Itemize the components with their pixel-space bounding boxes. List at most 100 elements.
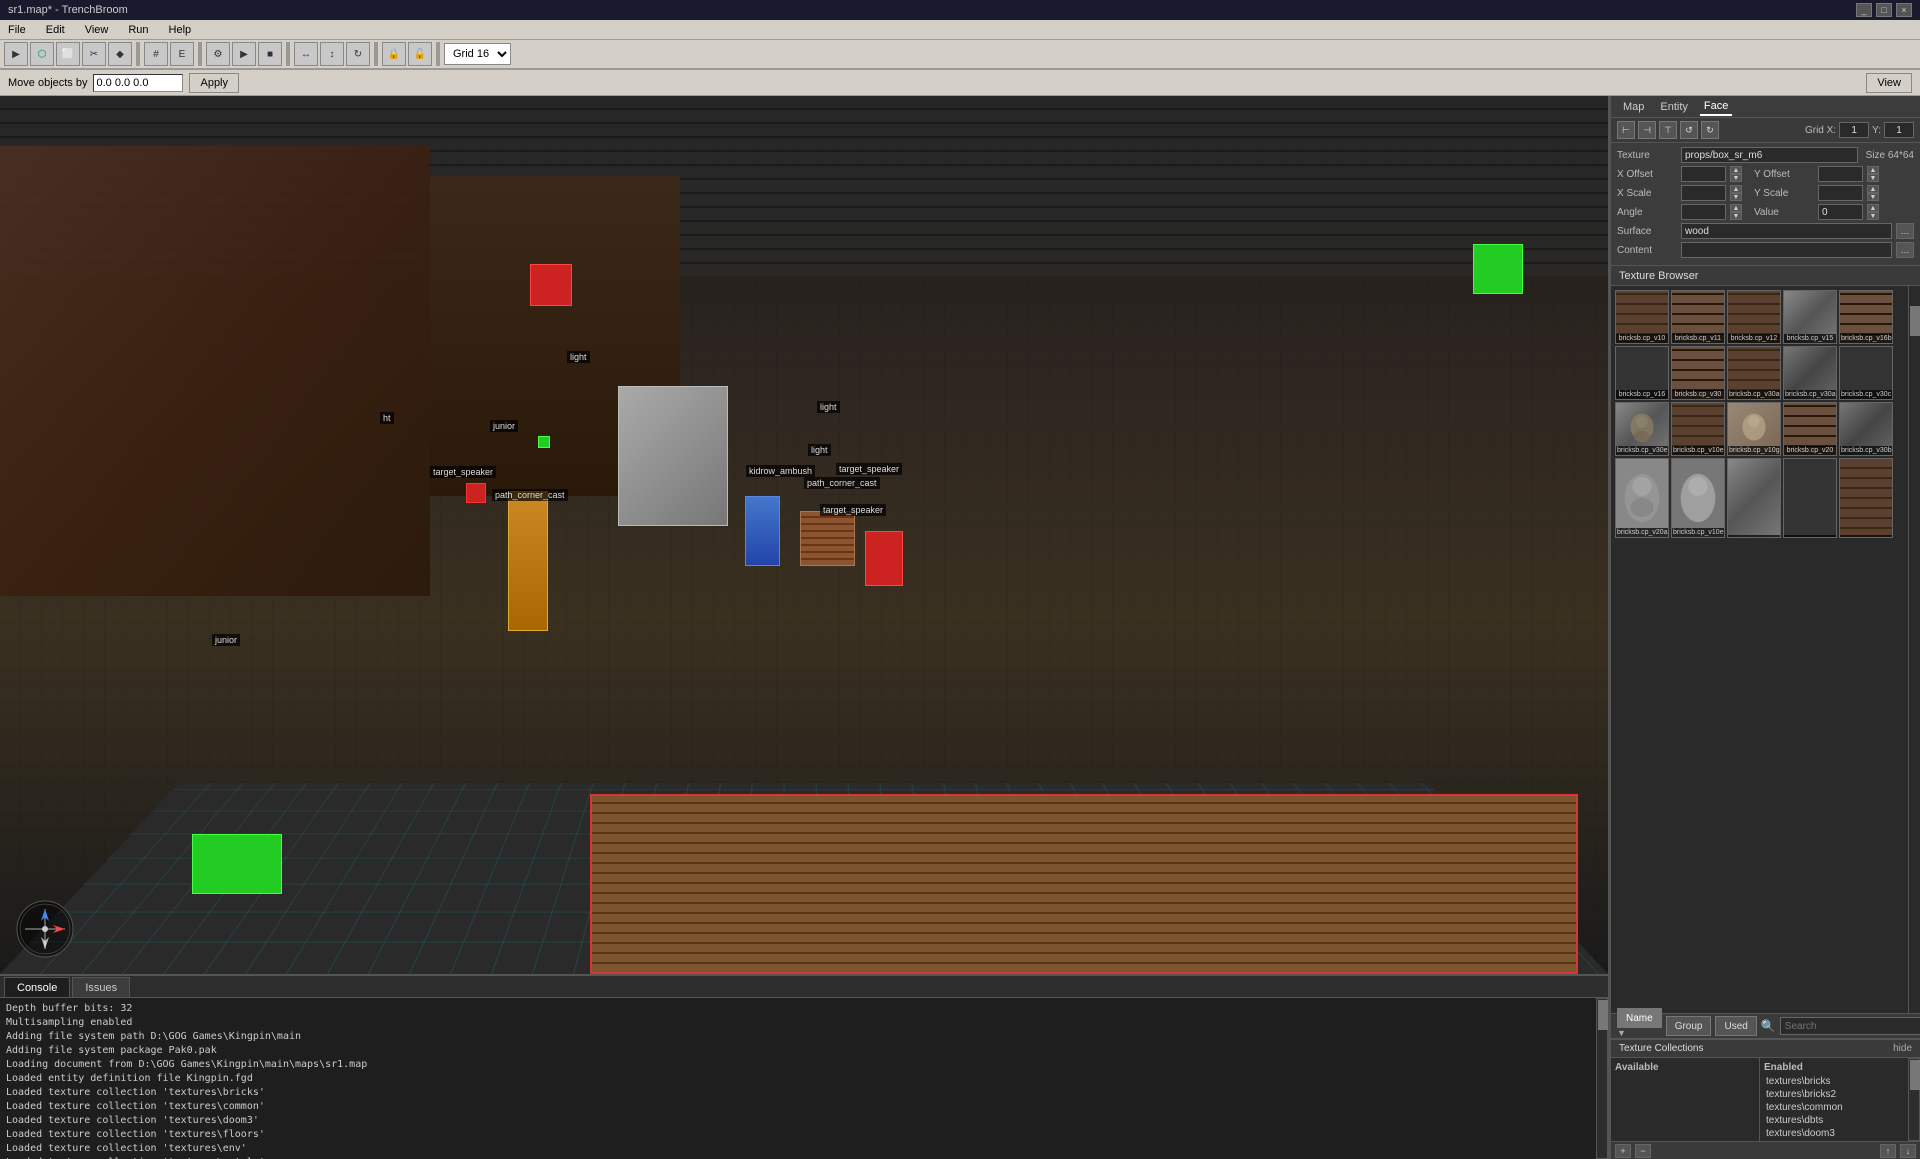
console-content[interactable]: Depth buffer bits: 32 Multisampling enab… — [0, 998, 1596, 1159]
texture-thumb[interactable]: bricksb.cp_v11 — [1671, 290, 1725, 344]
value-down[interactable]: ▼ — [1867, 212, 1879, 220]
y-scale-down[interactable]: ▼ — [1867, 193, 1879, 201]
rotate-cw-button[interactable]: ↻ — [346, 42, 370, 66]
collections-down-button[interactable]: ↓ — [1900, 1144, 1916, 1158]
collections-add-button[interactable]: + — [1615, 1144, 1631, 1158]
texture-thumb[interactable]: bricksb.cp_v10g — [1727, 402, 1781, 456]
collection-item[interactable]: textures\bricks2 — [1764, 1088, 1904, 1101]
console-tab[interactable]: Console — [4, 977, 70, 997]
move-value-input[interactable] — [93, 74, 183, 92]
apply-button[interactable]: Apply — [189, 73, 239, 93]
align-top-button[interactable]: ⊤ — [1659, 121, 1677, 139]
texture-thumb[interactable]: bricksb.cp_v20a — [1615, 458, 1669, 538]
compile-button[interactable]: ⚙ — [206, 42, 230, 66]
x-offset-down[interactable]: ▼ — [1730, 174, 1742, 182]
3d-view[interactable]: light light light junior junior target_s… — [0, 96, 1608, 974]
texture-input[interactable] — [1681, 147, 1858, 163]
texture-thumb[interactable]: bricksb.cp_v16b — [1839, 290, 1893, 344]
y-scale-up[interactable]: ▲ — [1867, 185, 1879, 193]
view-button[interactable]: View — [1866, 73, 1912, 93]
y-scale-spin[interactable]: ▲▼ — [1867, 185, 1879, 201]
texture-thumb[interactable]: bricksb.cp_v30an — [1783, 346, 1837, 400]
lock-button[interactable]: 🔒 — [382, 42, 406, 66]
collections-scroll-thumb[interactable] — [1910, 1060, 1920, 1090]
content-options-button[interactable]: … — [1896, 242, 1914, 258]
grid-x-input[interactable] — [1839, 122, 1869, 138]
console-scrollbar[interactable] — [1596, 998, 1608, 1159]
texture-thumb[interactable]: bricksb.cp_v10em — [1671, 402, 1725, 456]
menu-view[interactable]: View — [81, 24, 113, 36]
stop-button[interactable]: ■ — [258, 42, 282, 66]
tab-face[interactable]: Face — [1700, 98, 1732, 116]
viewport[interactable]: light light light junior junior target_s… — [0, 96, 1610, 1159]
rotate-left-button[interactable]: ↺ — [1680, 121, 1698, 139]
collection-item[interactable]: textures\bricks — [1764, 1075, 1904, 1088]
texture-thumb[interactable]: bricksb.cp_v10em — [1671, 458, 1725, 538]
filter-group-button[interactable]: Group — [1666, 1016, 1712, 1036]
angle-spin[interactable]: ▲▼ — [1730, 204, 1742, 220]
texture-thumb[interactable]: bricksb.cp_v30a — [1727, 346, 1781, 400]
surface-options-button[interactable]: … — [1896, 223, 1914, 239]
enabled-column[interactable]: Enabled textures\bricks textures\bricks2… — [1759, 1058, 1908, 1141]
angle-down[interactable]: ▼ — [1730, 212, 1742, 220]
flip-y-button[interactable]: ↕ — [320, 42, 344, 66]
collection-item[interactable]: textures\doom3 — [1764, 1127, 1904, 1140]
grid-size-select[interactable]: Grid 16 Grid 8 Grid 4 Grid 2 Grid 1 — [444, 43, 511, 65]
toggle-entities-button[interactable]: E — [170, 42, 194, 66]
texture-thumb[interactable]: bricksb.cp_v15 — [1783, 290, 1837, 344]
vertex-tool-button[interactable]: ◆ — [108, 42, 132, 66]
grid-y-input[interactable] — [1884, 122, 1914, 138]
texture-thumb[interactable]: bricksb.cp_v10 — [1615, 290, 1669, 344]
texture-thumb[interactable] — [1727, 458, 1781, 538]
texture-thumb[interactable]: bricksb.cp_v12 — [1727, 290, 1781, 344]
clip-tool-button[interactable]: ✂ — [82, 42, 106, 66]
flip-x-button[interactable]: ↔ — [294, 42, 318, 66]
entity-tool-button[interactable]: ⬜ — [56, 42, 80, 66]
x-offset-input[interactable] — [1681, 166, 1726, 182]
y-offset-input[interactable] — [1818, 166, 1863, 182]
unlock-button[interactable]: 🔓 — [408, 42, 432, 66]
filter-used-button[interactable]: Used — [1715, 1016, 1756, 1036]
menu-edit[interactable]: Edit — [42, 24, 69, 36]
console-scroll-thumb[interactable] — [1598, 1000, 1608, 1030]
value-spin[interactable]: ▲▼ — [1867, 204, 1879, 220]
texture-scrollbar[interactable] — [1908, 286, 1920, 1013]
collection-item[interactable]: textures\dbts — [1764, 1114, 1904, 1127]
texture-thumb[interactable]: bricksb.cp_v30e — [1615, 402, 1669, 456]
menu-run[interactable]: Run — [124, 24, 152, 36]
x-scale-spin[interactable]: ▲▼ — [1730, 185, 1742, 201]
issues-tab[interactable]: Issues — [72, 977, 130, 997]
run-button[interactable]: ▶ — [232, 42, 256, 66]
x-scale-up[interactable]: ▲ — [1730, 185, 1742, 193]
hide-button[interactable]: hide — [1893, 1043, 1912, 1054]
tab-map[interactable]: Map — [1619, 99, 1648, 115]
texture-thumb[interactable]: bricksb.cp_v30b — [1839, 402, 1893, 456]
toggle-grid-button[interactable]: # — [144, 42, 168, 66]
maximize-button[interactable]: □ — [1876, 3, 1892, 17]
value-input[interactable] — [1818, 204, 1863, 220]
x-scale-down[interactable]: ▼ — [1730, 193, 1742, 201]
rotate-right-button[interactable]: ↻ — [1701, 121, 1719, 139]
y-offset-spin[interactable]: ▲▼ — [1867, 166, 1879, 182]
texture-grid[interactable]: bricksb.cp_v10 bricksb.cp_v11 bricksb.cp… — [1611, 286, 1908, 1013]
y-scale-input[interactable] — [1818, 185, 1863, 201]
collections-scrollbar[interactable] — [1908, 1058, 1920, 1141]
tab-entity[interactable]: Entity — [1656, 99, 1692, 115]
texture-thumb[interactable]: bricksb.cp_v30 — [1671, 346, 1725, 400]
value-up[interactable]: ▲ — [1867, 204, 1879, 212]
texture-search-input[interactable] — [1780, 1017, 1920, 1035]
y-offset-down[interactable]: ▼ — [1867, 174, 1879, 182]
content-input[interactable] — [1681, 242, 1892, 258]
window-controls[interactable]: _ □ × — [1856, 3, 1912, 17]
brush-tool-button[interactable]: ⬡ — [30, 42, 54, 66]
texture-thumb[interactable] — [1839, 458, 1893, 538]
texture-thumb[interactable]: bricksb.cp_v30c — [1839, 346, 1893, 400]
angle-input[interactable] — [1681, 204, 1726, 220]
collection-item[interactable]: textures\common — [1764, 1101, 1904, 1114]
select-tool-button[interactable]: ▶ — [4, 42, 28, 66]
filter-name-button[interactable]: Name — [1617, 1008, 1662, 1028]
align-center-button[interactable]: ⊣ — [1638, 121, 1656, 139]
texture-scroll-thumb[interactable] — [1910, 306, 1920, 336]
collections-remove-button[interactable]: − — [1635, 1144, 1651, 1158]
x-offset-up[interactable]: ▲ — [1730, 166, 1742, 174]
